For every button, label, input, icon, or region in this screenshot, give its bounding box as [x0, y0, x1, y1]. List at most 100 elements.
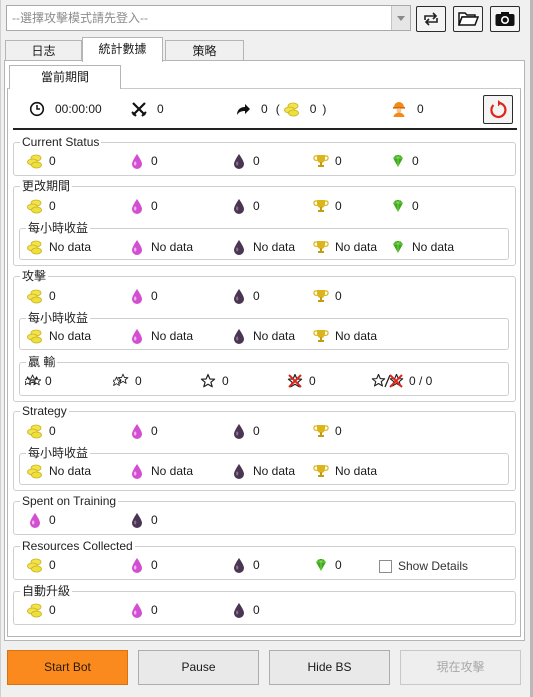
period-hourly-gem-value: No data: [412, 240, 455, 254]
strategy-gold-value: 0: [49, 424, 56, 438]
gem-icon: [390, 153, 406, 169]
one-star-wins: 0: [200, 373, 229, 389]
attack-hourly-gold-value: No data: [49, 329, 92, 343]
attack-hourly-trophy: No data: [313, 328, 377, 344]
elixir-icon: [129, 602, 145, 618]
upgrade-label: 自動升級: [20, 584, 73, 598]
attack-count-value: 0: [157, 102, 164, 116]
trophy-icon: [313, 288, 329, 304]
trophy-icon: [313, 463, 329, 479]
dark-elixir-icon: [231, 423, 247, 439]
status-dark: 0: [231, 153, 260, 169]
refresh-button[interactable]: [416, 6, 446, 32]
strategy-hourly-dark: No data: [231, 463, 295, 479]
gold-icon: [27, 239, 43, 255]
tab-strategy[interactable]: 策略: [165, 40, 244, 61]
open-folder-button[interactable]: [453, 6, 483, 32]
upgrade-elixir-value: 0: [151, 603, 158, 617]
zero-star-losses-value: 0: [309, 374, 316, 388]
period-hourly-gold: No data: [27, 239, 91, 255]
strategy-hourly-trophy-value: No data: [335, 464, 378, 478]
upgrade-group: 自動升級: [13, 584, 516, 625]
elixir-icon: [129, 328, 145, 344]
dark-elixir-icon: [231, 328, 247, 344]
attack-hourly-dark: No data: [231, 328, 295, 344]
elixir-icon: [129, 153, 145, 169]
screenshot-button[interactable]: [490, 6, 520, 32]
change-period-label: 更改期間: [20, 179, 73, 193]
period-dark: 0: [231, 198, 260, 214]
builder-icon: [391, 101, 407, 117]
elixir-icon: [129, 288, 145, 304]
attack-hourly-dark-value: No data: [253, 329, 296, 343]
training-label: Spent on Training: [20, 494, 119, 508]
gold-icon: [284, 101, 300, 117]
period-hourly-trophy-value: No data: [335, 240, 378, 254]
reset-stats-button[interactable]: [483, 95, 513, 124]
tab-current-period[interactable]: 當前期間: [9, 65, 121, 89]
trophy-icon: [313, 153, 329, 169]
folder-open-icon: [457, 12, 479, 26]
status-gem-value: 0: [412, 154, 419, 168]
training-elixir-value: 0: [49, 513, 56, 527]
upgrade-gold: 0: [27, 602, 56, 618]
strategy-hourly-elixir: No data: [129, 463, 193, 479]
period-hourly-elixir: No data: [129, 239, 193, 255]
attack-trophy-value: 0: [335, 289, 342, 303]
period-elixir-value: 0: [151, 199, 158, 213]
attack-mode-select[interactable]: --選擇攻擊模式請先登入--: [6, 5, 411, 31]
attack-hourly-elixir-value: No data: [151, 329, 194, 343]
upgrade-dark-value: 0: [253, 603, 260, 617]
start-bot-button[interactable]: Start Bot: [7, 650, 128, 685]
forward-arrow-icon: [235, 101, 251, 117]
app-window: --選擇攻擊模式請先登入-- 日志 統計數據 策略 當前期間 00:00:00: [0, 0, 533, 697]
gold-icon: [27, 423, 43, 439]
attack-mode-select-value: --選擇攻擊模式請先登入--: [12, 11, 148, 25]
gold-icon: [27, 602, 43, 618]
crossed-swords-icon: [131, 101, 147, 117]
tab-log[interactable]: 日志: [5, 40, 82, 61]
show-details-box[interactable]: [379, 559, 392, 573]
refresh-arrows-icon: [424, 12, 438, 26]
three-star-wins-value: 0: [45, 374, 52, 388]
period-trophy-value: 0: [335, 199, 342, 213]
strategy-hourly-label: 每小時收益: [26, 446, 91, 460]
training-dark-value: 0: [151, 513, 158, 527]
period-dark-value: 0: [253, 199, 260, 213]
strategy-trophy: 0: [313, 423, 342, 439]
collected-dark: 0: [231, 557, 260, 573]
show-details-checkbox[interactable]: Show Details: [379, 558, 468, 574]
show-details-label[interactable]: Show Details: [398, 559, 468, 573]
current-status-label: Current Status: [20, 135, 102, 149]
skipped-count: 0 ( 0 ): [235, 101, 326, 117]
period-hourly-gold-value: No data: [49, 240, 92, 254]
attack-now-button[interactable]: 現在攻擊: [400, 650, 521, 685]
two-star-wins-value: 0: [135, 374, 142, 388]
strategy-hourly-dark-value: No data: [253, 464, 296, 478]
attack-hourly-elixir: No data: [129, 328, 193, 344]
two-star-wins: 0: [113, 373, 142, 389]
status-trophy: 0: [313, 153, 342, 169]
strategy-dark: 0: [231, 423, 260, 439]
chevron-down-icon[interactable]: [391, 6, 410, 30]
period-hourly-dark-value: No data: [253, 240, 296, 254]
gold-icon: [27, 328, 43, 344]
pause-button[interactable]: Pause: [138, 650, 259, 685]
attack-count: 0: [131, 101, 164, 117]
trophy-icon: [313, 239, 329, 255]
dark-elixir-icon: [231, 198, 247, 214]
dark-elixir-icon: [231, 463, 247, 479]
dark-elixir-icon: [231, 239, 247, 255]
strategy-hourly-gold: No data: [27, 463, 91, 479]
upgrade-elixir: 0: [129, 602, 158, 618]
elixir-icon: [129, 557, 145, 573]
elixir-icon: [129, 423, 145, 439]
hide-bs-button[interactable]: Hide BS: [269, 650, 390, 685]
attack-dark-value: 0: [253, 289, 260, 303]
summary-divider: [13, 128, 517, 130]
camera-icon: [495, 12, 515, 26]
tab-statistics[interactable]: 統計數據: [82, 37, 163, 62]
period-trophy: 0: [313, 198, 342, 214]
strategy-hourly-gold-value: No data: [49, 464, 92, 478]
training-elixir: 0: [27, 512, 56, 528]
